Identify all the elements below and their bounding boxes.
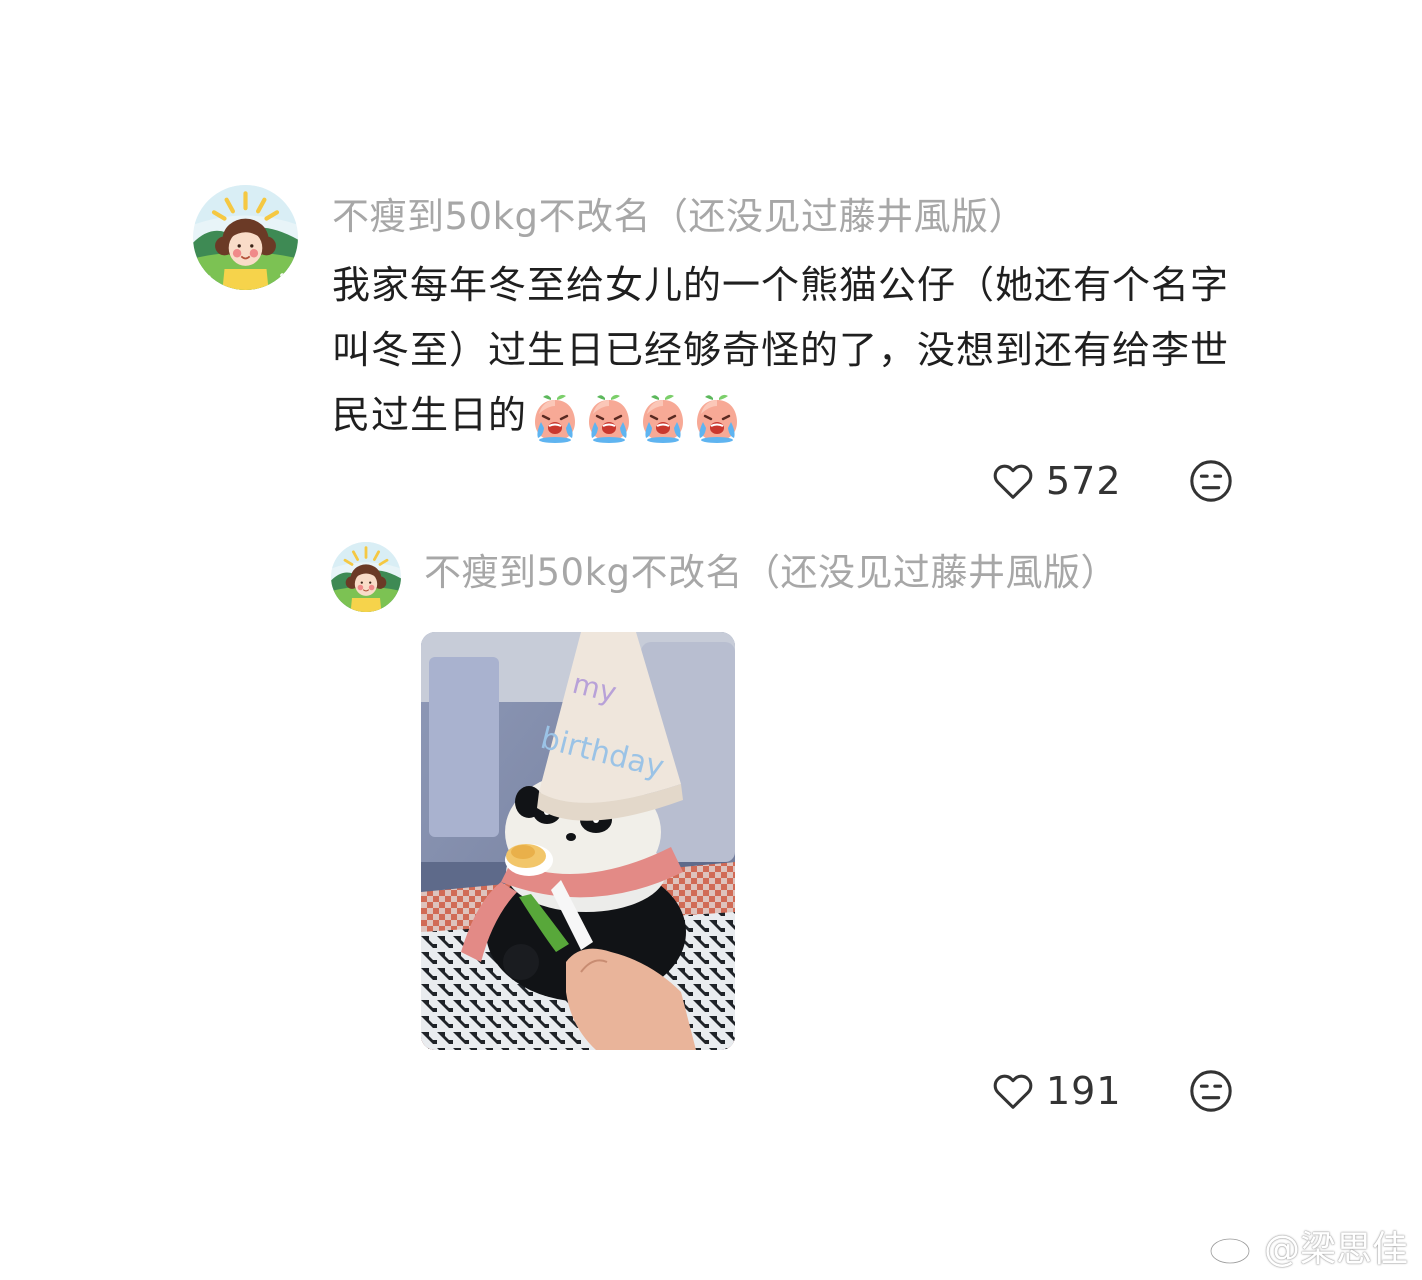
user-avatar[interactable] xyxy=(193,185,298,290)
crying-peach-emoji-icon xyxy=(535,394,576,443)
user-avatar[interactable] xyxy=(331,542,401,612)
heart-outline-icon[interactable] xyxy=(990,458,1036,504)
panda-plush-birthday-photo-icon: my birthday xyxy=(421,632,735,1050)
like-count: 191 xyxy=(1046,1069,1122,1113)
like-button[interactable]: 572 xyxy=(990,458,1122,504)
watermark: @梁思佳 xyxy=(1208,1220,1408,1272)
emoji-row xyxy=(529,392,743,444)
comment-username[interactable]: 不瘦到50kg不改名（还没见过藤井風版） xyxy=(424,548,1118,598)
comment-actions: 191 xyxy=(990,1068,1234,1114)
comment-text: 我家每年冬至给女儿的一个熊猫公仔（她还有个名字叫冬至）过生日已经够奇怪的了，没想… xyxy=(332,253,1242,448)
like-button[interactable]: 191 xyxy=(990,1068,1122,1114)
crying-peach-emoji-icon xyxy=(697,394,738,443)
comment-photo[interactable]: my birthday xyxy=(421,632,735,1050)
neutral-face-icon[interactable] xyxy=(1188,1068,1234,1114)
watermark-text: @梁思佳 xyxy=(1263,1229,1408,1270)
comment-actions: 572 xyxy=(990,458,1234,504)
crying-peach-emoji-icon xyxy=(643,394,684,443)
crying-peach-emoji-icon xyxy=(589,394,630,443)
comment-username[interactable]: 不瘦到50kg不改名（还没见过藤井風版） xyxy=(332,192,1026,242)
avatar-illustration-icon xyxy=(331,542,401,612)
neutral-face-icon[interactable] xyxy=(1188,458,1234,504)
like-count: 572 xyxy=(1046,459,1122,503)
heart-outline-icon[interactable] xyxy=(990,1068,1036,1114)
comment-text-content: 我家每年冬至给女儿的一个熊猫公仔（她还有个名字叫冬至）过生日已经够奇怪的了，没想… xyxy=(332,263,1230,437)
avatar-illustration-icon xyxy=(193,185,298,290)
weibo-logo-icon xyxy=(1209,1232,1256,1265)
